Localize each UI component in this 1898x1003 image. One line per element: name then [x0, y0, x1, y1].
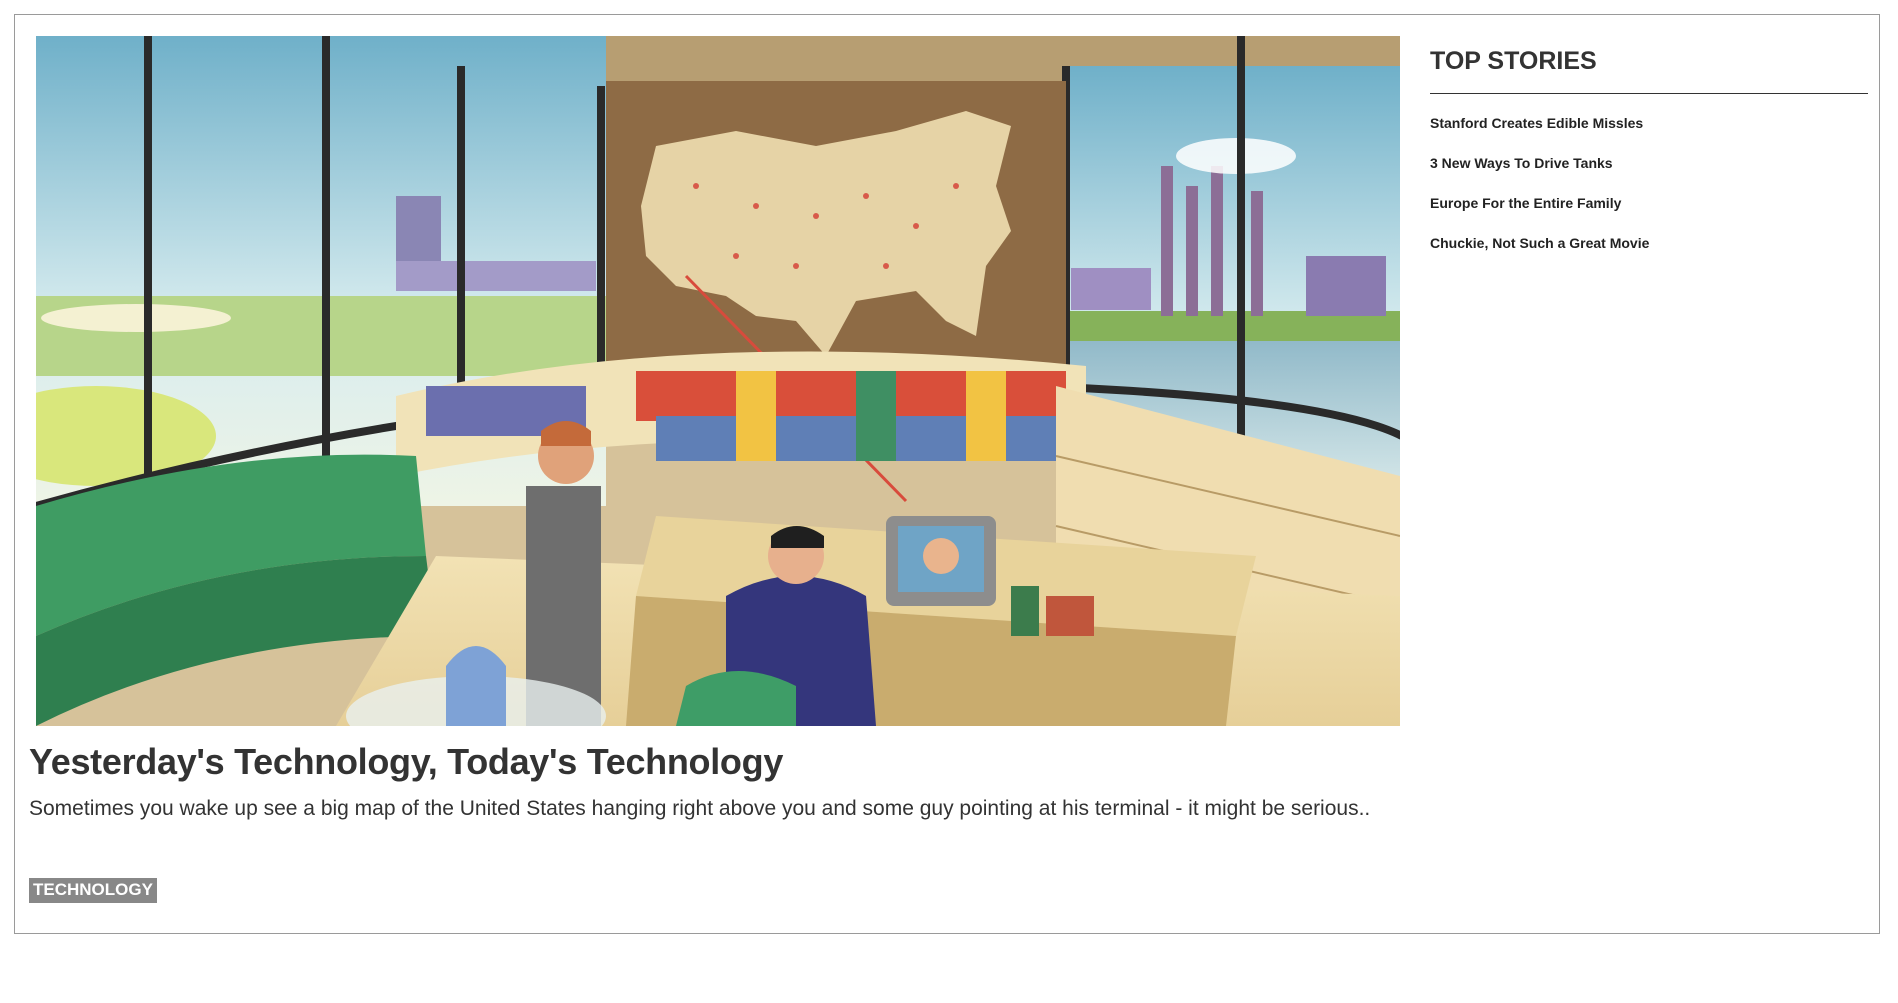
- story-link[interactable]: Europe For the Entire Family: [1430, 191, 1868, 231]
- feature-image[interactable]: [36, 36, 1400, 726]
- feature-illustration: [36, 36, 1400, 726]
- top-stories-list: Stanford Creates Edible Missles 3 New Wa…: [1430, 94, 1868, 271]
- article-summary: Sometimes you wake up see a big map of t…: [29, 797, 1371, 820]
- story-link[interactable]: Stanford Creates Edible Missles: [1430, 111, 1868, 151]
- category-tag[interactable]: TECHNOLOGY: [29, 878, 157, 903]
- article-headline[interactable]: Yesterday's Technology, Today's Technolo…: [29, 741, 783, 783]
- top-stories-sidebar: TOP STORIES Stanford Creates Edible Miss…: [1430, 35, 1868, 271]
- top-stories-heading: TOP STORIES: [1430, 35, 1868, 94]
- article-card: Yesterday's Technology, Today's Technolo…: [14, 14, 1880, 934]
- story-link[interactable]: Chuckie, Not Such a Great Movie: [1430, 231, 1868, 271]
- story-link[interactable]: 3 New Ways To Drive Tanks: [1430, 151, 1868, 191]
